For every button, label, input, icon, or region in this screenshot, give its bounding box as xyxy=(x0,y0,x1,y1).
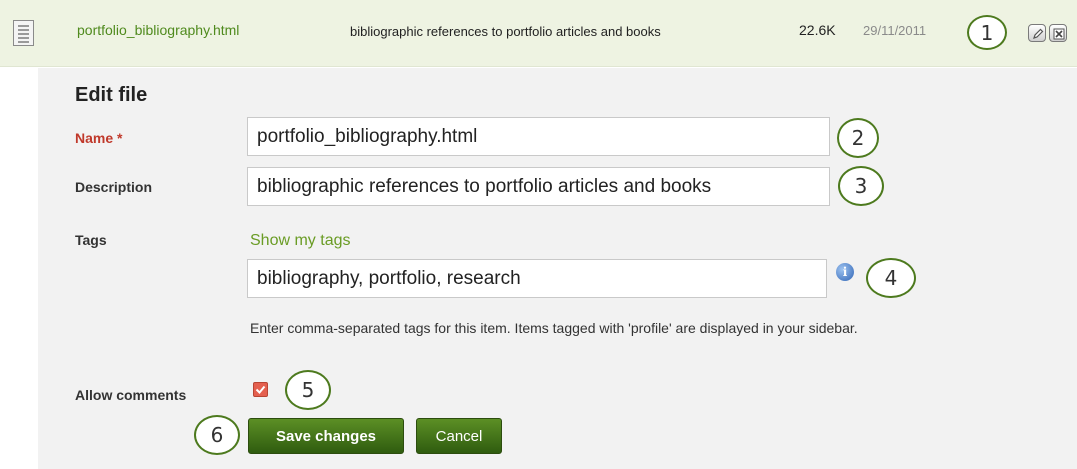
file-row: portfolio_bibliography.html bibliographi… xyxy=(0,0,1077,67)
callout-2: 2 xyxy=(837,118,879,158)
allow-comments-checkbox[interactable] xyxy=(253,382,268,397)
callout-3: 3 xyxy=(838,166,884,206)
callout-6: 6 xyxy=(194,415,240,455)
callout-4: 4 xyxy=(866,258,916,298)
file-name-link[interactable]: portfolio_bibliography.html xyxy=(77,22,239,38)
delete-icon xyxy=(1053,28,1065,40)
file-description: bibliographic references to portfolio ar… xyxy=(350,24,661,39)
edit-button[interactable] xyxy=(1028,24,1046,42)
required-marker: * xyxy=(117,130,123,146)
callout-5: 5 xyxy=(285,370,331,410)
document-icon xyxy=(13,20,34,46)
tags-input[interactable]: bibliography, portfolio, research xyxy=(247,259,827,298)
name-label: Name * xyxy=(75,130,122,146)
info-icon[interactable]: i xyxy=(836,263,854,281)
tags-label: Tags xyxy=(75,232,107,248)
cancel-button[interactable]: Cancel xyxy=(416,418,502,454)
allow-comments-label: Allow comments xyxy=(75,387,187,403)
file-size: 22.6K xyxy=(799,22,836,38)
tags-help-text: Enter comma-separated tags for this item… xyxy=(250,320,858,336)
show-my-tags-link[interactable]: Show my tags xyxy=(250,232,350,250)
description-label: Description xyxy=(75,179,153,195)
name-label-text: Name xyxy=(75,130,114,146)
delete-button[interactable] xyxy=(1049,24,1067,42)
checkmark-icon xyxy=(255,385,266,394)
name-input[interactable]: portfolio_bibliography.html xyxy=(247,117,830,156)
save-changes-button[interactable]: Save changes xyxy=(248,418,404,454)
page-title: Edit file xyxy=(75,84,148,106)
file-date: 29/11/2011 xyxy=(863,23,927,38)
callout-1: 1 xyxy=(967,15,1007,50)
pencil-icon xyxy=(1033,28,1044,39)
description-input[interactable]: bibliographic references to portfolio ar… xyxy=(247,167,830,206)
